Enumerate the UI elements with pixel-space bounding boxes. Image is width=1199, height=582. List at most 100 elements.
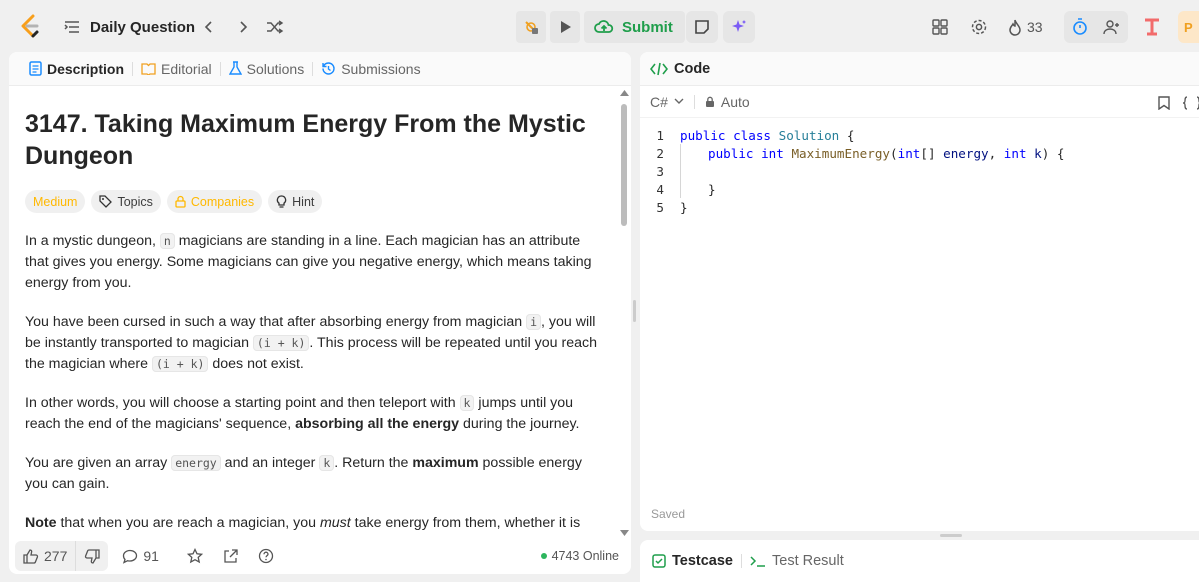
lock-icon	[705, 96, 714, 107]
dislike-button[interactable]	[75, 541, 108, 571]
submit-button[interactable]: Submit	[584, 11, 685, 43]
tab-description[interactable]: Description	[21, 52, 132, 86]
mode-label: Auto	[720, 93, 750, 110]
paragraph-4: You are given an array energy and an int…	[25, 453, 603, 495]
problem-title[interactable]: 3147. Taking Maximum Energy From the Mys…	[25, 108, 603, 172]
terminal-icon	[750, 556, 765, 567]
indent-guide	[680, 144, 681, 198]
difficulty-badge: Medium	[25, 190, 86, 213]
code-line: 1 public class Solution {	[640, 126, 1199, 144]
format-code-icon[interactable]	[1182, 96, 1199, 110]
badge-row: Medium Topics Companies Hint	[25, 190, 603, 213]
tab-test-result[interactable]: Test Result	[750, 553, 844, 569]
vote-group: 277	[15, 541, 109, 571]
panel-resize-handle[interactable]	[633, 300, 636, 322]
tab-description-label: Description	[47, 60, 125, 77]
text: You have been cursed in such a way that …	[25, 314, 527, 330]
code-editor[interactable]: 1 public class Solution { 2 public int M…	[640, 118, 1199, 216]
random-problem-button[interactable]	[264, 16, 286, 38]
tab-solutions[interactable]: Solutions	[221, 52, 313, 86]
book-icon	[141, 63, 156, 75]
problem-description: 3147. Taking Maximum Energy From the Mys…	[9, 86, 619, 538]
panel-resize-handle[interactable]	[940, 534, 962, 537]
line-number: 2	[656, 145, 664, 161]
inline-code: k	[319, 455, 335, 471]
code-toolbar: C# Auto	[640, 86, 1199, 118]
line-number: 1	[656, 127, 664, 143]
checkbox-icon	[652, 554, 666, 568]
text: does not exist.	[208, 356, 304, 372]
paragraph-1: In a mystic dungeon, n magicians are sta…	[25, 231, 603, 294]
document-icon	[29, 61, 42, 76]
like-count: 277	[44, 548, 68, 564]
streak-counter[interactable]: 33	[1008, 14, 1043, 40]
notes-button[interactable]	[686, 11, 718, 43]
submit-label: Submit	[622, 18, 673, 36]
help-button[interactable]	[258, 548, 274, 564]
text: during the journey.	[459, 416, 580, 432]
topics-badge[interactable]: Topics	[91, 190, 161, 213]
favorite-button[interactable]	[186, 548, 203, 564]
text: that when you are reach a magician, you	[56, 515, 320, 531]
line-number: 3	[656, 163, 664, 179]
description-scrollbar[interactable]	[619, 86, 629, 538]
hint-badge[interactable]: Hint	[268, 190, 323, 213]
inline-code: energy	[171, 455, 221, 471]
tab-submissions[interactable]: Submissions	[313, 52, 428, 86]
code-panel: Code C# Auto 1 public class Solution { 2…	[640, 52, 1199, 531]
test-panel: Testcase Test Result	[640, 540, 1199, 582]
layout-grid-icon	[932, 19, 948, 35]
toolbar-divider	[693, 94, 695, 109]
note-icon	[695, 20, 709, 34]
code-line: 5 }	[640, 198, 1199, 216]
add-user-icon[interactable]	[1102, 19, 1121, 35]
play-icon	[561, 21, 571, 33]
bookmark-icon[interactable]	[1158, 96, 1170, 110]
code-line: 4 }	[640, 180, 1199, 198]
tab-editorial[interactable]: Editorial	[133, 52, 220, 86]
settings-button[interactable]	[968, 14, 990, 40]
premium-button[interactable]: P	[1178, 11, 1199, 43]
inline-code: i	[526, 314, 542, 330]
run-button[interactable]	[550, 11, 580, 43]
auto-mode-toggle[interactable]: Auto	[705, 94, 750, 110]
timer-group	[1064, 11, 1128, 43]
bold-text: Note	[25, 515, 57, 531]
problem-list-button[interactable]: Daily Question	[64, 14, 195, 40]
code-line: 2 public int MaximumEnergy(int[] energy,…	[640, 144, 1199, 162]
stopwatch-icon[interactable]	[1072, 18, 1088, 36]
text: In a mystic dungeon,	[25, 233, 160, 249]
share-button[interactable]	[223, 548, 238, 564]
paragraph-2: You have been cursed in such a way that …	[25, 312, 603, 375]
prev-problem-button[interactable]	[198, 16, 220, 38]
testcase-label: Testcase	[672, 553, 733, 569]
ai-assist-button[interactable]	[723, 11, 755, 43]
companies-badge[interactable]: Companies	[166, 190, 263, 213]
tab-testcase[interactable]: Testcase	[652, 553, 733, 569]
like-button[interactable]: 277	[15, 541, 75, 571]
description-footer: 277 91 4743 Online	[9, 538, 631, 574]
layout-button[interactable]	[929, 14, 951, 40]
lightbulb-icon	[276, 194, 287, 208]
debug-button[interactable]	[516, 11, 546, 43]
language-label: C#	[650, 93, 668, 110]
list-icon	[64, 21, 79, 33]
topics-label: Topics	[117, 194, 153, 209]
scroll-down-arrow-icon[interactable]	[620, 530, 629, 536]
next-problem-button[interactable]	[232, 16, 254, 38]
online-dot	[540, 553, 547, 559]
online-indicator: 4743 Online	[540, 549, 619, 563]
chevron-left-icon	[204, 21, 212, 33]
chevron-down-icon	[674, 98, 684, 104]
comments-button[interactable]: 91	[122, 548, 159, 564]
inline-code: n	[159, 233, 175, 249]
code-text: }	[708, 181, 716, 197]
leetcode-logo[interactable]	[18, 14, 42, 40]
daily-question-label: Daily Question	[90, 18, 196, 36]
scrollbar-thumb[interactable]	[621, 104, 627, 226]
avatar[interactable]	[1140, 14, 1164, 40]
language-select[interactable]: C#	[650, 94, 684, 110]
code-text: public int MaximumEnergy(int[] energy, i…	[708, 145, 1065, 161]
tab-editorial-label: Editorial	[161, 60, 212, 77]
scroll-up-arrow-icon[interactable]	[620, 90, 629, 96]
